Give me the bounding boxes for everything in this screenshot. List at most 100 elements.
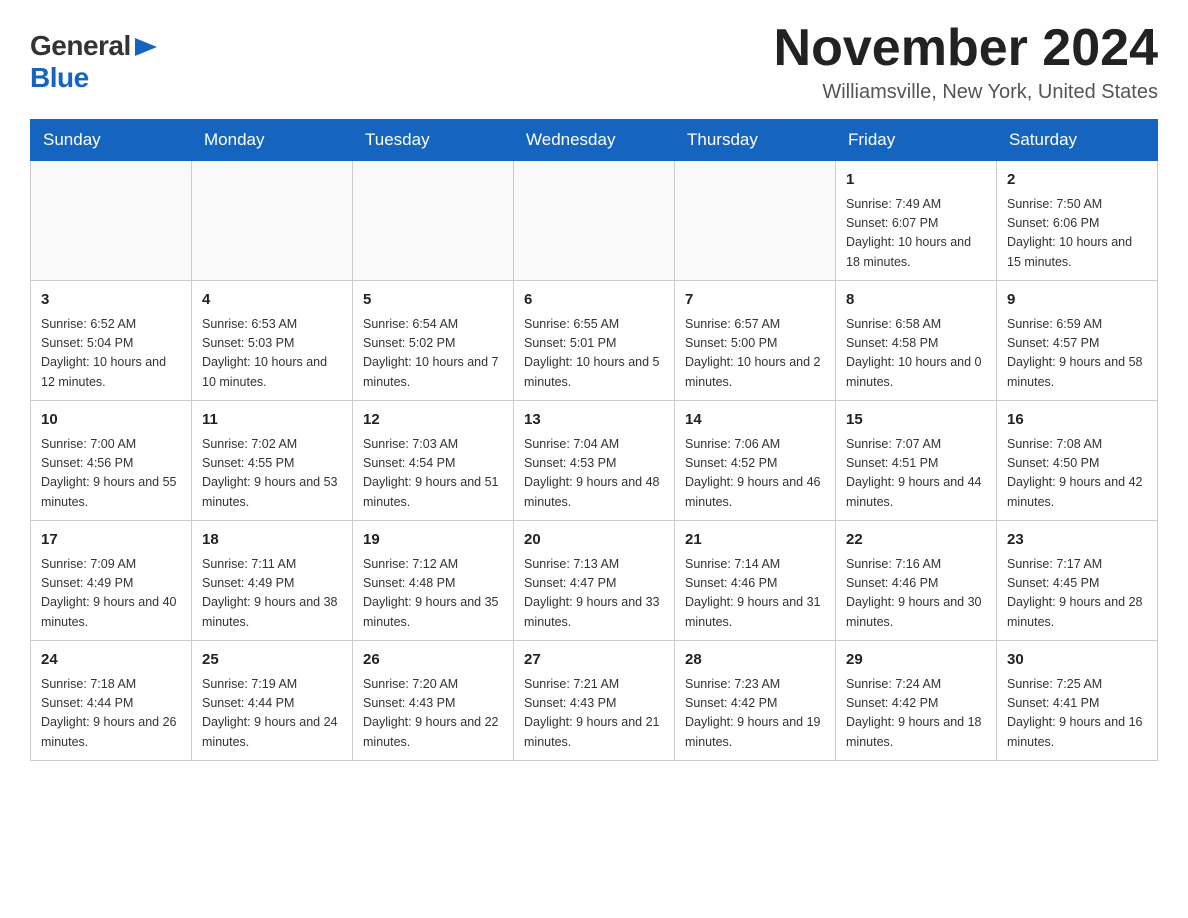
day-number: 4 <box>202 289 342 312</box>
day-number: 26 <box>363 649 503 672</box>
day-number: 23 <box>1007 529 1147 552</box>
day-number: 14 <box>685 409 825 432</box>
day-number: 2 <box>1007 169 1147 192</box>
day-info: Sunrise: 6:54 AMSunset: 5:02 PMDaylight:… <box>363 315 503 393</box>
calendar-cell: 2 Sunrise: 7:50 AMSunset: 6:06 PMDaylight… <box>997 161 1158 281</box>
title-area: November 2024 Williamsville, New York, U… <box>774 20 1158 104</box>
header: General Blue November 2024 Williamsville… <box>30 20 1158 104</box>
day-info: Sunrise: 6:55 AMSunset: 5:01 PMDaylight:… <box>524 315 664 393</box>
calendar-cell: 12Sunrise: 7:03 AMSunset: 4:54 PMDayligh… <box>353 401 514 521</box>
calendar-cell: 26 Sunrise: 7:20 AMSunset: 4:43 PMDayligh… <box>353 641 514 761</box>
day-info: Sunrise: 7:49 AMSunset: 6:07 PMDaylight:… <box>846 195 986 273</box>
week-row-5: 24 Sunrise: 7:18 AMSunset: 4:44 PMDayligh… <box>31 641 1158 761</box>
day-number: 8 <box>846 289 986 312</box>
weekday-header-wednesday: Wednesday <box>514 120 675 161</box>
week-row-3: 10Sunrise: 7:00 AMSunset: 4:56 PMDayligh… <box>31 401 1158 521</box>
weekday-header-thursday: Thursday <box>675 120 836 161</box>
calendar-cell <box>353 161 514 281</box>
day-number: 7 <box>685 289 825 312</box>
day-number: 24 <box>41 649 181 672</box>
day-info: Sunrise: 7:50 AMSunset: 6:06 PMDaylight:… <box>1007 195 1147 273</box>
calendar-cell: 29Sunrise: 7:24 AMSunset: 4:42 PMDayligh… <box>836 641 997 761</box>
calendar-cell: 28 Sunrise: 7:23 AMSunset: 4:42 PMDayligh… <box>675 641 836 761</box>
calendar-cell <box>514 161 675 281</box>
day-info: Sunrise: 7:03 AMSunset: 4:54 PMDaylight:… <box>363 435 503 513</box>
day-info: Sunrise: 6:57 AMSunset: 5:00 PMDaylight:… <box>685 315 825 393</box>
day-number: 15 <box>846 409 986 432</box>
calendar-cell: 25 Sunrise: 7:19 AMSunset: 4:44 PMDayligh… <box>192 641 353 761</box>
day-number: 30 <box>1007 649 1147 672</box>
day-info: Sunrise: 7:07 AMSunset: 4:51 PMDaylight:… <box>846 435 986 513</box>
day-info: Sunrise: 7:24 AMSunset: 4:42 PMDaylight:… <box>846 675 986 753</box>
logo-blue-text: Blue <box>30 62 89 94</box>
weekday-header-row: SundayMondayTuesdayWednesdayThursdayFrid… <box>31 120 1158 161</box>
week-row-4: 17Sunrise: 7:09 AMSunset: 4:49 PMDayligh… <box>31 521 1158 641</box>
calendar-cell: 7 Sunrise: 6:57 AMSunset: 5:00 PMDaylight… <box>675 281 836 401</box>
calendar-cell: 14 Sunrise: 7:06 AMSunset: 4:52 PMDayligh… <box>675 401 836 521</box>
day-number: 20 <box>524 529 664 552</box>
day-number: 1 <box>846 169 986 192</box>
calendar-cell: 3 Sunrise: 6:52 AMSunset: 5:04 PMDaylight… <box>31 281 192 401</box>
day-info: Sunrise: 7:18 AMSunset: 4:44 PMDaylight:… <box>41 675 181 753</box>
logo: General Blue <box>30 30 157 94</box>
weekday-header-sunday: Sunday <box>31 120 192 161</box>
day-info: Sunrise: 7:21 AMSunset: 4:43 PMDaylight:… <box>524 675 664 753</box>
calendar-cell: 27 Sunrise: 7:21 AMSunset: 4:43 PMDayligh… <box>514 641 675 761</box>
day-info: Sunrise: 7:20 AMSunset: 4:43 PMDaylight:… <box>363 675 503 753</box>
day-number: 17 <box>41 529 181 552</box>
day-number: 16 <box>1007 409 1147 432</box>
day-number: 11 <box>202 409 342 432</box>
logo-general-text: General <box>30 30 131 62</box>
week-row-2: 3 Sunrise: 6:52 AMSunset: 5:04 PMDaylight… <box>31 281 1158 401</box>
day-number: 6 <box>524 289 664 312</box>
calendar-cell: 10Sunrise: 7:00 AMSunset: 4:56 PMDayligh… <box>31 401 192 521</box>
day-info: Sunrise: 6:59 AMSunset: 4:57 PMDaylight:… <box>1007 315 1147 393</box>
day-number: 19 <box>363 529 503 552</box>
day-info: Sunrise: 7:02 AMSunset: 4:55 PMDaylight:… <box>202 435 342 513</box>
calendar-cell: 18 Sunrise: 7:11 AMSunset: 4:49 PMDayligh… <box>192 521 353 641</box>
day-info: Sunrise: 7:16 AMSunset: 4:46 PMDaylight:… <box>846 555 986 633</box>
calendar-cell: 1 Sunrise: 7:49 AMSunset: 6:07 PMDaylight… <box>836 161 997 281</box>
weekday-header-saturday: Saturday <box>997 120 1158 161</box>
day-info: Sunrise: 7:19 AMSunset: 4:44 PMDaylight:… <box>202 675 342 753</box>
logo-arrow-icon <box>135 38 157 56</box>
weekday-header-friday: Friday <box>836 120 997 161</box>
calendar-cell: 13 Sunrise: 7:04 AMSunset: 4:53 PMDayligh… <box>514 401 675 521</box>
day-number: 3 <box>41 289 181 312</box>
day-number: 27 <box>524 649 664 672</box>
calendar-cell: 19Sunrise: 7:12 AMSunset: 4:48 PMDayligh… <box>353 521 514 641</box>
day-info: Sunrise: 7:23 AMSunset: 4:42 PMDaylight:… <box>685 675 825 753</box>
day-number: 18 <box>202 529 342 552</box>
day-info: Sunrise: 7:04 AMSunset: 4:53 PMDaylight:… <box>524 435 664 513</box>
weekday-header-tuesday: Tuesday <box>353 120 514 161</box>
day-info: Sunrise: 6:53 AMSunset: 5:03 PMDaylight:… <box>202 315 342 393</box>
day-number: 22 <box>846 529 986 552</box>
day-number: 9 <box>1007 289 1147 312</box>
day-info: Sunrise: 7:08 AMSunset: 4:50 PMDaylight:… <box>1007 435 1147 513</box>
day-info: Sunrise: 7:06 AMSunset: 4:52 PMDaylight:… <box>685 435 825 513</box>
calendar-cell: 4 Sunrise: 6:53 AMSunset: 5:03 PMDaylight… <box>192 281 353 401</box>
day-number: 25 <box>202 649 342 672</box>
calendar-cell: 9 Sunrise: 6:59 AMSunset: 4:57 PMDaylight… <box>997 281 1158 401</box>
day-number: 28 <box>685 649 825 672</box>
day-info: Sunrise: 7:14 AMSunset: 4:46 PMDaylight:… <box>685 555 825 633</box>
weekday-header-monday: Monday <box>192 120 353 161</box>
day-number: 10 <box>41 409 181 432</box>
day-info: Sunrise: 7:11 AMSunset: 4:49 PMDaylight:… <box>202 555 342 633</box>
calendar-cell: 23Sunrise: 7:17 AMSunset: 4:45 PMDayligh… <box>997 521 1158 641</box>
calendar-cell: 24 Sunrise: 7:18 AMSunset: 4:44 PMDayligh… <box>31 641 192 761</box>
day-info: Sunrise: 7:13 AMSunset: 4:47 PMDaylight:… <box>524 555 664 633</box>
day-number: 13 <box>524 409 664 432</box>
day-number: 21 <box>685 529 825 552</box>
calendar-cell: 15 Sunrise: 7:07 AMSunset: 4:51 PMDayligh… <box>836 401 997 521</box>
calendar-cell: 6 Sunrise: 6:55 AMSunset: 5:01 PMDaylight… <box>514 281 675 401</box>
day-info: Sunrise: 6:52 AMSunset: 5:04 PMDaylight:… <box>41 315 181 393</box>
calendar-cell: 20 Sunrise: 7:13 AMSunset: 4:47 PMDayligh… <box>514 521 675 641</box>
calendar-cell: 21 Sunrise: 7:14 AMSunset: 4:46 PMDayligh… <box>675 521 836 641</box>
day-number: 5 <box>363 289 503 312</box>
day-info: Sunrise: 6:58 AMSunset: 4:58 PMDaylight:… <box>846 315 986 393</box>
calendar-table: SundayMondayTuesdayWednesdayThursdayFrid… <box>30 119 1158 761</box>
location-title: Williamsville, New York, United States <box>774 81 1158 104</box>
day-info: Sunrise: 7:25 AMSunset: 4:41 PMDaylight:… <box>1007 675 1147 753</box>
month-title: November 2024 <box>774 20 1158 77</box>
